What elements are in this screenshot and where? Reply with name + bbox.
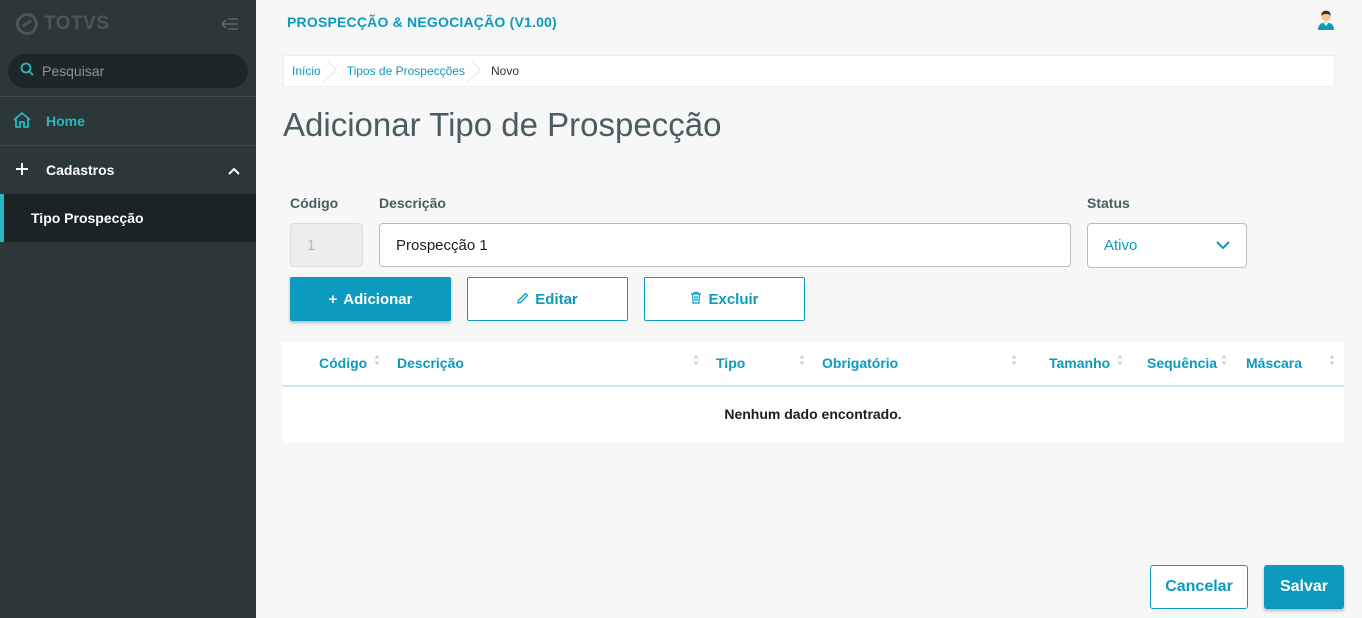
sidebar-item-cadastros[interactable]: Cadastros xyxy=(0,146,256,194)
search-box xyxy=(8,54,248,88)
search-wrapper xyxy=(0,48,256,96)
breadcrumb: Início Tipos de Prospecções Novo xyxy=(283,55,1335,87)
descricao-value: Prospecção 1 xyxy=(396,236,488,254)
sidebar: TOTVS Home Cadastros xyxy=(0,0,256,618)
page-title: Adicionar Tipo de Prospecção xyxy=(283,106,722,143)
items-table: Código Descrição Tipo Obrigatório Tamanh… xyxy=(282,342,1344,443)
pencil-icon xyxy=(517,291,529,308)
breadcrumb-item-inicio[interactable]: Início xyxy=(284,56,333,86)
table-header: Código Descrição Tipo Obrigatório Tamanh… xyxy=(282,342,1344,387)
status-value: Ativo xyxy=(1104,237,1138,254)
sort-icon[interactable] xyxy=(1328,353,1336,367)
totvs-logo: TOTVS xyxy=(16,13,110,35)
logo-text: TOTVS xyxy=(44,13,110,34)
edit-button[interactable]: Editar xyxy=(467,277,628,321)
column-header-obrigatorio[interactable]: Obrigatório xyxy=(822,355,898,371)
search-icon xyxy=(20,62,34,81)
cancel-button[interactable]: Cancelar xyxy=(1150,565,1248,609)
add-button-label: Adicionar xyxy=(343,290,413,308)
column-header-mascara[interactable]: Máscara xyxy=(1246,355,1302,371)
search-input[interactable] xyxy=(42,63,222,79)
sidebar-item-label: Home xyxy=(46,113,85,129)
main-content: PROSPECÇÃO & NEGOCIAÇÃO (V1.00) Início T… xyxy=(256,0,1362,618)
table-empty-message: Nenhum dado encontrado. xyxy=(724,406,902,422)
codigo-field: 1 xyxy=(290,223,363,267)
home-icon xyxy=(12,110,32,133)
add-icon: + xyxy=(328,290,338,308)
add-button[interactable]: + Adicionar xyxy=(290,277,451,321)
descricao-label: Descrição xyxy=(379,195,446,211)
delete-button-label: Excluir xyxy=(708,290,759,308)
column-header-tipo[interactable]: Tipo xyxy=(716,355,745,371)
plus-icon xyxy=(16,162,28,178)
sidebar-subitem-tipo-prospeccao[interactable]: Tipo Prospecção xyxy=(0,194,256,242)
column-header-sequencia[interactable]: Sequência xyxy=(1147,355,1217,371)
sort-icon[interactable] xyxy=(1010,353,1018,367)
column-header-descricao[interactable]: Descrição xyxy=(397,355,464,371)
edit-button-label: Editar xyxy=(535,290,578,308)
topbar: PROSPECÇÃO & NEGOCIAÇÃO (V1.00) xyxy=(256,0,1362,44)
descricao-field[interactable]: Prospecção 1 xyxy=(379,223,1071,267)
column-header-codigo[interactable]: Código xyxy=(319,355,367,371)
sidebar-item-home[interactable]: Home xyxy=(0,97,256,145)
codigo-value: 1 xyxy=(307,236,316,254)
logo-row: TOTVS xyxy=(0,0,256,48)
status-select[interactable]: Ativo xyxy=(1087,223,1247,268)
sort-icon[interactable] xyxy=(1116,353,1124,367)
sort-icon[interactable] xyxy=(692,353,700,367)
sort-icon[interactable] xyxy=(1220,353,1228,367)
breadcrumb-item-tipos[interactable]: Tipos de Prospecções xyxy=(333,56,477,86)
sidebar-item-cadastros-left: Cadastros xyxy=(12,162,114,178)
user-avatar-icon[interactable] xyxy=(1316,9,1336,36)
delete-button[interactable]: Excluir xyxy=(644,277,805,321)
sidebar-item-label: Cadastros xyxy=(46,162,115,178)
sort-icon[interactable] xyxy=(798,353,806,367)
breadcrumb-item-current: Novo xyxy=(490,64,519,78)
chevron-up-icon xyxy=(228,162,244,178)
trash-icon xyxy=(690,291,702,308)
collapse-menu-icon[interactable] xyxy=(220,14,240,34)
sort-icon[interactable] xyxy=(373,353,381,367)
codigo-label: Código xyxy=(290,195,339,211)
totvs-logo-icon xyxy=(16,13,38,35)
sidebar-subitem-label: Tipo Prospecção xyxy=(31,210,144,226)
chevron-down-icon xyxy=(1216,237,1230,254)
column-header-tamanho[interactable]: Tamanho xyxy=(1049,355,1110,371)
app-title: PROSPECÇÃO & NEGOCIAÇÃO (V1.00) xyxy=(287,14,557,30)
status-label: Status xyxy=(1087,195,1130,211)
save-button[interactable]: Salvar xyxy=(1264,565,1344,609)
